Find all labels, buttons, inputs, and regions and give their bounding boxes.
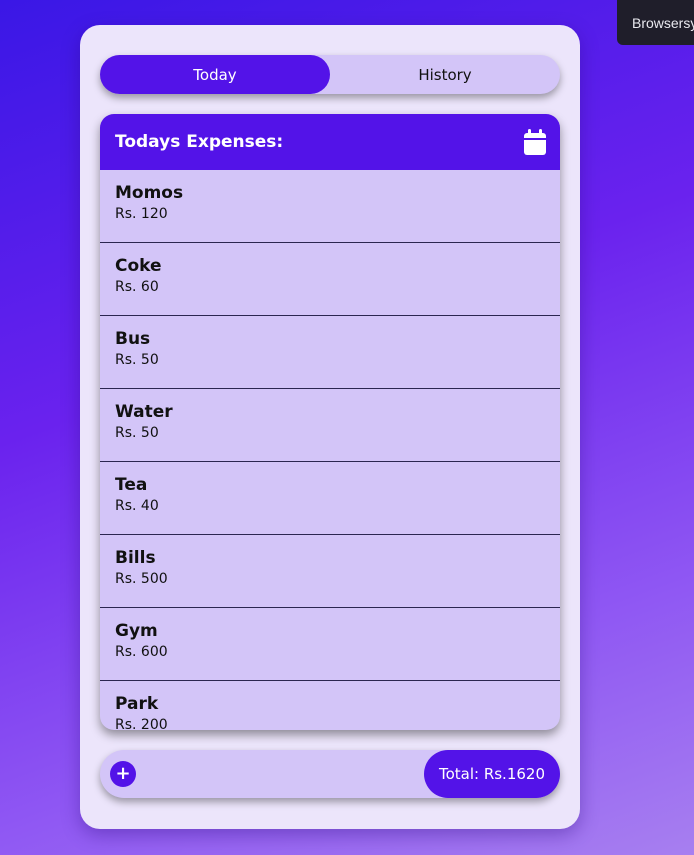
expense-name: Bills [115,548,156,568]
expense-name: Tea [115,475,148,495]
expense-name: Water [115,402,173,422]
tab-today[interactable]: Today [100,55,330,94]
panel-title: Todays Expenses: [115,132,284,152]
expense-amount: Rs. 500 [115,571,168,587]
expense-item[interactable]: Coke Rs. 60 [100,243,560,316]
expense-item[interactable]: Tea Rs. 40 [100,462,560,535]
expense-item[interactable]: Bus Rs. 50 [100,316,560,389]
expense-name: Momos [115,183,184,203]
expense-amount: Rs. 120 [115,206,168,222]
expenses-panel: Todays Expenses: Momos Rs. 120 Coke Rs. … [100,114,560,730]
expense-amount: Rs. 50 [115,352,159,368]
expense-amount: Rs. 200 [115,717,168,730]
expense-list: Momos Rs. 120 Coke Rs. 60 Bus Rs. 50 Wat… [100,170,560,730]
expense-name: Gym [115,621,158,641]
footer-bar: + Total: Rs.1620 [100,750,560,798]
expense-amount: Rs. 60 [115,279,159,295]
tab-bar: Today History [100,55,560,94]
expense-item[interactable]: Park Rs. 200 [100,681,560,730]
expense-amount: Rs. 50 [115,425,159,441]
expense-item[interactable]: Bills Rs. 500 [100,535,560,608]
total-display: Total: Rs.1620 [424,750,560,798]
expense-name: Park [115,694,159,714]
expense-app-card: Today History Todays Expenses: Momos Rs.… [80,25,580,829]
expense-item[interactable]: Water Rs. 50 [100,389,560,462]
expense-item[interactable]: Momos Rs. 120 [100,170,560,243]
expense-amount: Rs. 600 [115,644,168,660]
expense-amount: Rs. 40 [115,498,159,514]
expense-name: Coke [115,256,162,276]
expense-item[interactable]: Gym Rs. 600 [100,608,560,681]
expense-name: Bus [115,329,151,349]
tab-history[interactable]: History [330,55,560,94]
add-expense-button[interactable]: + [110,761,136,787]
panel-header: Todays Expenses: [100,114,560,170]
browsersync-badge: Browsersync [617,0,694,45]
calendar-icon[interactable] [523,128,547,156]
